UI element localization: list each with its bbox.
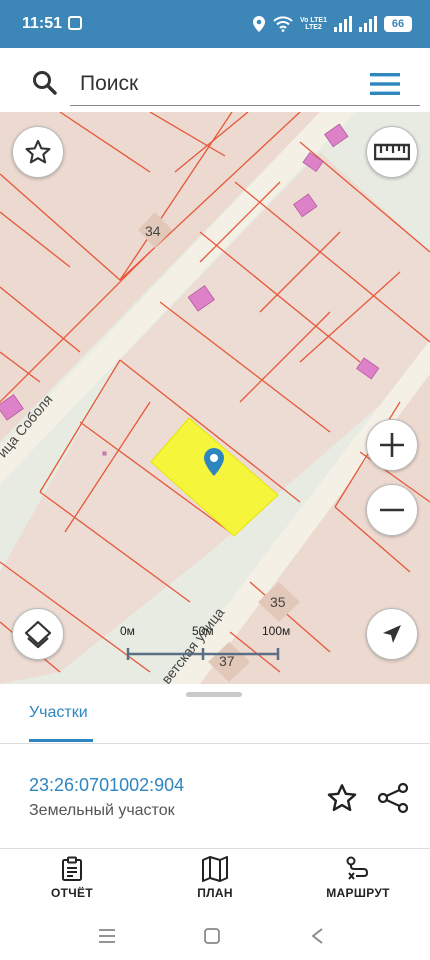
plus-icon (380, 433, 404, 457)
search-box (6, 52, 424, 108)
building (102, 451, 107, 456)
recent-apps-icon[interactable] (95, 924, 119, 948)
wifi-icon (273, 16, 293, 32)
battery-icon: 66 (384, 16, 412, 32)
status-time: 11:51 (22, 15, 63, 32)
scale-label-50: 50м (192, 624, 214, 638)
search-input[interactable] (70, 62, 420, 106)
my-location-button[interactable] (366, 608, 418, 660)
location-pin-icon[interactable] (203, 447, 225, 477)
ruler-icon (374, 143, 410, 161)
status-bar: 11:51 Vo LTE1 LTE2 66 (0, 0, 430, 48)
ruler-button[interactable] (366, 126, 418, 178)
scale-label-0: 0м (120, 624, 135, 638)
nav-route-button[interactable]: МАРШРУТ (303, 856, 413, 906)
network-label: Vo LTE1 LTE2 (300, 17, 327, 31)
status-icons: Vo LTE1 LTE2 66 (252, 12, 412, 36)
scale-label-100: 100м (262, 624, 291, 638)
star-icon[interactable] (326, 782, 358, 814)
nav-plan-label: ПЛАН (197, 886, 233, 900)
map-canvas (0, 112, 430, 684)
tab-parcels[interactable]: Участки (29, 704, 88, 722)
menu-icon[interactable] (370, 72, 400, 96)
search-icon[interactable] (32, 70, 58, 96)
report-icon (62, 856, 82, 881)
zoom-out-button[interactable] (366, 484, 418, 536)
star-outline-icon (25, 139, 51, 164)
share-icon[interactable] (376, 782, 410, 814)
house-number-34: 34 (145, 223, 161, 239)
divider (0, 848, 430, 849)
location-icon (253, 16, 266, 32)
nav-plan-button[interactable]: ПЛАН (160, 856, 270, 906)
app-notification-icon (68, 16, 82, 30)
layers-button[interactable] (12, 608, 64, 660)
network-label-bottom: LTE2 (305, 24, 322, 31)
parcel-type: Земельный участок (29, 802, 175, 819)
house-number-35: 35 (270, 594, 286, 610)
map-plan-icon (202, 856, 228, 882)
tab-active-indicator (29, 739, 93, 742)
signal-icon-2 (359, 16, 377, 32)
minus-icon (380, 508, 404, 512)
favorites-button[interactable] (12, 126, 64, 178)
sheet-drag-handle[interactable] (186, 692, 242, 697)
scale-line (126, 648, 280, 660)
signal-icon-1 (334, 16, 352, 32)
network-label-top: Vo LTE1 (300, 17, 327, 24)
system-navigation-bar (0, 912, 430, 960)
nav-route-label: МАРШРУТ (326, 886, 390, 900)
nav-report-label: ОТЧЁТ (51, 886, 93, 900)
cadastral-map[interactable]: 34 35 37 ица Соболя ветская улица 0м 50м… (0, 112, 430, 684)
nav-report-button[interactable]: ОТЧЁТ (17, 856, 127, 906)
parcel-cadastral-number[interactable]: 23:26:0701002:904 (29, 775, 184, 796)
map-scale: 0м 50м 100м (118, 624, 291, 664)
search-panel (0, 48, 430, 112)
home-icon[interactable] (200, 924, 224, 948)
route-icon (346, 856, 369, 880)
zoom-in-button[interactable] (366, 419, 418, 471)
back-icon[interactable] (306, 924, 330, 948)
navigation-arrow-icon (383, 625, 401, 643)
divider (0, 743, 430, 744)
layers-icon (24, 620, 52, 649)
